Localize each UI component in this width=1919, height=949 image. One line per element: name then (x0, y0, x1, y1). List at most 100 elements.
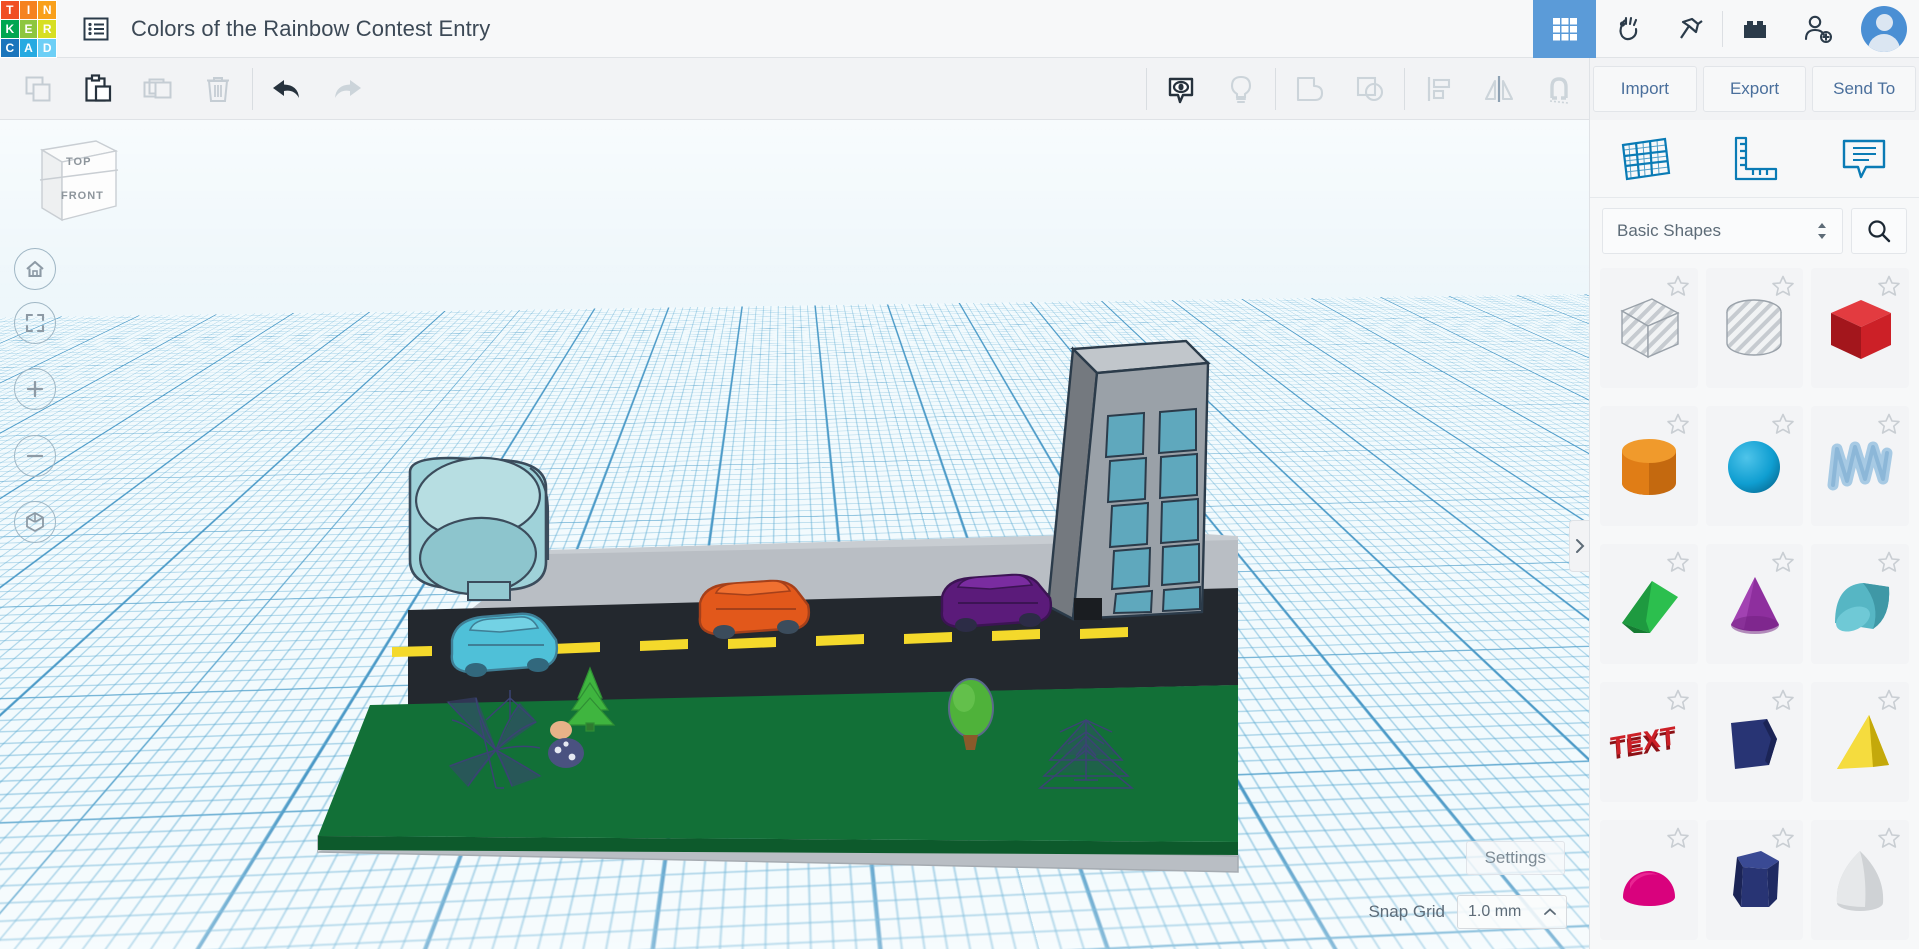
shape-paraboloid[interactable] (1811, 820, 1909, 940)
header-tools (1533, 0, 1919, 58)
favorite-star-icon[interactable] (1771, 826, 1795, 850)
copy-button[interactable] (8, 58, 68, 120)
snap-grid-control: Snap Grid 1.0 mm (1368, 895, 1567, 929)
shape-polygon[interactable] (1706, 682, 1804, 802)
settings-button[interactable]: Settings (1466, 841, 1565, 875)
favorite-star-icon[interactable] (1877, 550, 1901, 574)
lego-brick-icon[interactable] (1723, 0, 1786, 58)
favorite-star-icon[interactable] (1877, 274, 1901, 298)
ruler-icon[interactable] (1714, 128, 1794, 190)
shape-category-select[interactable]: Basic Shapes (1602, 208, 1843, 254)
duplicate-button[interactable] (128, 58, 188, 120)
snap-grid-value: 1.0 mm (1468, 903, 1521, 921)
search-icon[interactable] (1851, 208, 1907, 254)
favorite-star-icon[interactable] (1877, 412, 1901, 436)
shape-cone[interactable] (1706, 544, 1804, 664)
car-cyan (452, 614, 557, 677)
favorite-star-icon[interactable] (1666, 688, 1690, 712)
magnet-icon[interactable] (1529, 58, 1589, 120)
import-button[interactable]: Import (1593, 66, 1697, 112)
ungroup-shapes-icon[interactable] (1340, 58, 1400, 120)
toolbar-divider (1146, 68, 1147, 110)
favorite-star-icon[interactable] (1666, 550, 1690, 574)
favorite-star-icon[interactable] (1666, 412, 1690, 436)
panel-action-buttons: Import Export Send To (1589, 58, 1919, 120)
favorite-star-icon[interactable] (1666, 826, 1690, 850)
undo-arrow-icon[interactable] (257, 58, 317, 120)
favorite-star-icon[interactable] (1771, 274, 1795, 298)
car-purple (942, 575, 1051, 632)
shape-hex-prism[interactable] (1706, 820, 1804, 940)
3d-workplane-canvas[interactable]: TOP FRONT (0, 120, 1589, 949)
viewcube-top-label: TOP (66, 156, 91, 168)
align-icon[interactable] (1409, 58, 1469, 120)
group-shapes-icon[interactable] (1280, 58, 1340, 120)
avatar[interactable] (1849, 0, 1919, 58)
minus-icon[interactable] (14, 435, 56, 477)
shape-wedge[interactable] (1600, 544, 1698, 664)
list-icon[interactable] (79, 12, 113, 46)
shape-tools (1142, 58, 1589, 120)
viewcube-front-label: FRONT (61, 190, 104, 202)
view-orientation-cube[interactable]: TOP FRONT (24, 128, 120, 238)
logo-tile: A (20, 39, 38, 57)
toolbar-divider (1275, 68, 1276, 110)
shape-category-row: Basic Shapes (1590, 198, 1919, 264)
favorite-star-icon[interactable] (1771, 412, 1795, 436)
logo-tile: N (38, 1, 56, 19)
shape-cylinder[interactable] (1600, 406, 1698, 526)
favorite-star-icon[interactable] (1666, 274, 1690, 298)
paste-button[interactable] (68, 58, 128, 120)
redo-arrow-icon[interactable] (317, 58, 377, 120)
logo-tile: K (1, 20, 19, 38)
plus-icon[interactable] (14, 368, 56, 410)
pickaxe-icon[interactable] (1659, 0, 1722, 58)
panel-tab-row (1590, 120, 1919, 198)
edit-toolbar: Import Export Send To (0, 58, 1919, 120)
tinkercad-logo[interactable]: T I N K E R C A D (0, 0, 57, 58)
office-building (1048, 341, 1208, 620)
shape-cylinder-hole[interactable] (1706, 268, 1804, 388)
page-title: Colors of the Rainbow Contest Entry (131, 16, 490, 42)
shape-library-grid: TEXT TEXT (1590, 264, 1919, 949)
note-bubble-icon[interactable] (1824, 128, 1904, 190)
updown-arrows-icon (1816, 220, 1828, 242)
eye-note-icon[interactable] (1151, 58, 1211, 120)
shape-scribble[interactable] (1811, 406, 1909, 526)
shape-pyramid[interactable] (1811, 682, 1909, 802)
tinkercad-editor: T I N K E R C A D Colors of the Rainbow … (0, 0, 1919, 949)
shape-roof[interactable] (1811, 544, 1909, 664)
shape-box[interactable] (1811, 268, 1909, 388)
water-tower (410, 454, 548, 600)
fit-all-icon[interactable] (14, 302, 56, 344)
logo-tile: E (20, 20, 38, 38)
add-person-icon[interactable] (1786, 0, 1849, 58)
logo-tile: T (1, 1, 19, 19)
shape-dome[interactable] (1600, 820, 1698, 940)
tinker-hand-icon[interactable] (1596, 0, 1659, 58)
home-icon[interactable] (14, 248, 56, 290)
scene-model[interactable] (0, 120, 1589, 949)
chevron-right-icon[interactable] (1569, 520, 1589, 572)
shape-sphere[interactable] (1706, 406, 1804, 526)
logo-tile: C (1, 39, 19, 57)
perspective-cube-icon[interactable] (14, 501, 56, 543)
lightbulb-icon[interactable] (1211, 58, 1271, 120)
favorite-star-icon[interactable] (1877, 826, 1901, 850)
export-button[interactable]: Export (1703, 66, 1807, 112)
shape-text[interactable]: TEXT TEXT (1600, 682, 1698, 802)
workplane-grid-icon[interactable] (1605, 128, 1685, 190)
send-to-button[interactable]: Send To (1812, 66, 1916, 112)
snap-grid-select[interactable]: 1.0 mm (1457, 895, 1567, 929)
mirror-icon[interactable] (1469, 58, 1529, 120)
favorite-star-icon[interactable] (1877, 688, 1901, 712)
toolbar-divider (1404, 68, 1405, 110)
shape-box-hole[interactable] (1600, 268, 1698, 388)
favorite-star-icon[interactable] (1771, 688, 1795, 712)
grid-view-icon[interactable] (1533, 0, 1596, 58)
logo-tile: R (38, 20, 56, 38)
snap-grid-label: Snap Grid (1368, 902, 1445, 922)
top-header-bar: T I N K E R C A D Colors of the Rainbow … (0, 0, 1919, 58)
trash-icon[interactable] (188, 58, 248, 120)
favorite-star-icon[interactable] (1771, 550, 1795, 574)
